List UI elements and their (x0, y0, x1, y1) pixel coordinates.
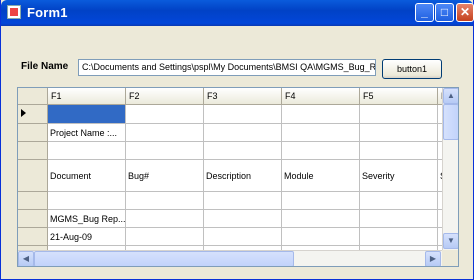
main-window: Form1 _ □ ✕ File Name C:\Documents and S… (0, 0, 474, 280)
grid-cell[interactable] (204, 124, 282, 142)
vertical-scrollbar[interactable]: ▲ ▼ (442, 88, 458, 250)
grid-cell[interactable] (126, 124, 204, 142)
app-icon (7, 5, 21, 19)
horizontal-scroll-thumb[interactable] (34, 251, 294, 266)
scroll-right-button[interactable]: ▶ (425, 251, 441, 266)
grid-cell[interactable] (204, 142, 282, 160)
file-name-label: File Name (21, 61, 69, 72)
grid-cell[interactable]: Document (48, 160, 126, 192)
title-bar[interactable]: Form1 _ □ ✕ (1, 0, 474, 26)
grid-cell[interactable] (360, 142, 438, 160)
grid-cell[interactable] (126, 210, 204, 228)
grid-cell[interactable] (204, 105, 282, 124)
grid-cell[interactable]: Module (282, 160, 360, 192)
grid-cell[interactable] (360, 192, 438, 210)
grid-cell[interactable] (204, 210, 282, 228)
window-title: Form1 (27, 5, 68, 20)
grid-cell[interactable]: Project Name :... (48, 124, 126, 142)
grid-cell[interactable]: Description (204, 160, 282, 192)
current-row-arrow-icon (21, 109, 26, 117)
column-header-f3[interactable]: F3 (204, 88, 282, 105)
maximize-button[interactable]: □ (435, 3, 454, 22)
grid-cell[interactable] (48, 142, 126, 160)
grid-cell[interactable] (282, 142, 360, 160)
grid-cell[interactable] (360, 124, 438, 142)
scroll-left-button[interactable]: ◀ (18, 251, 34, 266)
horizontal-scrollbar[interactable]: ◀ ▶ (18, 250, 442, 266)
grid-cell[interactable]: Severity (360, 160, 438, 192)
grid-cell[interactable]: MGMS_Bug Rep... (48, 210, 126, 228)
column-header-f1[interactable]: F1 (48, 88, 126, 105)
column-header-f5[interactable]: F5 (360, 88, 438, 105)
row-header[interactable] (18, 210, 48, 228)
close-button[interactable]: ✕ (456, 3, 474, 22)
row-header[interactable] (18, 105, 48, 124)
file-name-input[interactable]: C:\Documents and Settings\pspl\My Docume… (78, 59, 376, 76)
row-header[interactable] (18, 124, 48, 142)
grid-cell[interactable] (126, 228, 204, 246)
grid-cell[interactable]: 21-Aug-09 (48, 228, 126, 246)
grid-cell[interactable] (48, 192, 126, 210)
scrollbar-corner (442, 250, 458, 266)
grid-cell[interactable] (282, 105, 360, 124)
grid-corner-header[interactable] (18, 88, 48, 105)
grid-cell[interactable] (48, 105, 126, 124)
row-header[interactable] (18, 142, 48, 160)
grid-cell[interactable] (282, 124, 360, 142)
grid-cell[interactable] (204, 228, 282, 246)
data-grid[interactable]: F1 F2 F3 F4 F5 F Project Name :...Docume… (17, 87, 459, 267)
grid-cell[interactable] (282, 228, 360, 246)
grid-cell[interactable] (204, 192, 282, 210)
grid-cell[interactable] (282, 192, 360, 210)
minimize-button[interactable]: _ (415, 3, 434, 22)
grid-cell[interactable] (360, 210, 438, 228)
row-header[interactable] (18, 192, 48, 210)
column-header-f2[interactable]: F2 (126, 88, 204, 105)
grid-cell[interactable] (360, 228, 438, 246)
button1[interactable]: button1 (382, 59, 442, 79)
grid-cell[interactable] (360, 105, 438, 124)
scroll-down-button[interactable]: ▼ (443, 233, 458, 249)
grid-cell[interactable] (126, 142, 204, 160)
grid-cell[interactable] (126, 192, 204, 210)
grid-cell[interactable]: Bug# (126, 160, 204, 192)
scroll-up-button[interactable]: ▲ (443, 88, 458, 104)
grid-cell[interactable] (126, 105, 204, 124)
row-header[interactable] (18, 160, 48, 192)
grid-cell[interactable] (282, 210, 360, 228)
vertical-scroll-thumb[interactable] (443, 104, 458, 140)
column-header-f4[interactable]: F4 (282, 88, 360, 105)
row-header[interactable] (18, 228, 48, 246)
